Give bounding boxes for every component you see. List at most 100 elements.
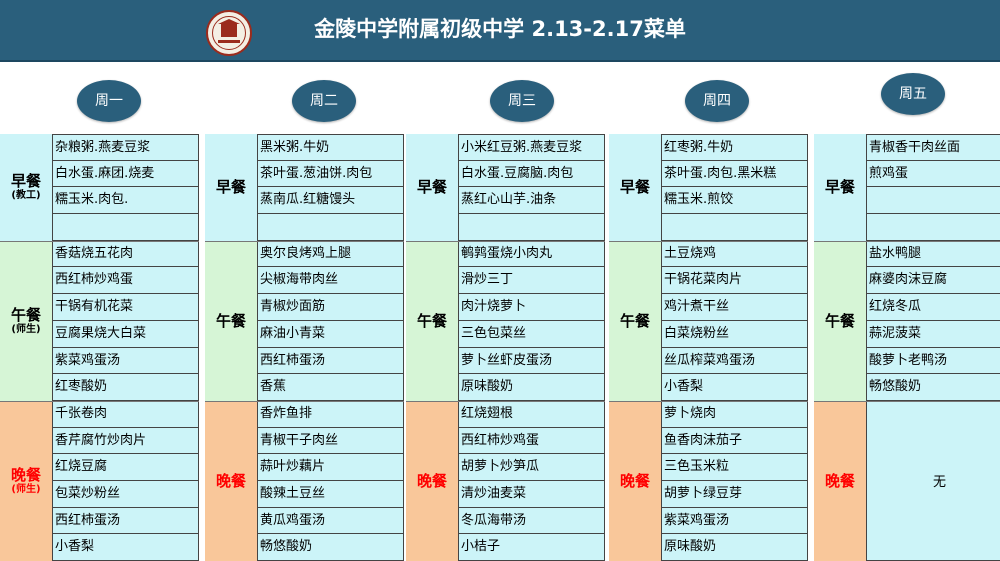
section-divider [0,240,199,242]
dish-cell: 包菜炒粉丝 [52,481,199,508]
dish-cell: 肉汁烧萝卜 [458,294,605,321]
section-divider [205,240,404,242]
dish-cell: 青椒炒面筋 [257,294,404,321]
dish-list: 土豆烧鸡 干锅花菜肉片 鸡汁煮干丝 白菜烧粉丝 丝瓜榨菜鸡蛋汤 小香梨 [661,240,808,401]
dish-cell: 西红柿炒鸡蛋 [52,267,199,295]
dish-cell: 尖椒海带肉丝 [257,267,404,295]
dish-cell: 胡萝卜绿豆芽 [661,481,808,508]
dish-list: 香菇烧五花肉 西红柿炒鸡蛋 干锅有机花菜 豆腐果烧大白菜 紫菜鸡蛋汤 红枣酸奶 [52,240,199,401]
dish-cell: 红烧冬瓜 [866,294,1000,321]
dish-cell: 丝瓜榨菜鸡蛋汤 [661,347,808,375]
dish-list: 无 [866,401,1000,561]
page-title: 金陵中学附属初级中学 2.13-2.17菜单 [314,17,686,41]
meal-note: (师生) [11,484,41,496]
dish-cell: 蒜叶炒藕片 [257,454,404,482]
day-badge: 周四 [685,80,749,122]
dish-list: 香炸鱼排 青椒干子肉丝 蒜叶炒藕片 酸辣土豆丝 黄瓜鸡蛋汤 畅悠酸奶 [257,401,404,561]
meal-label: 午餐 [814,240,866,401]
meal-label: 早餐 [205,134,257,241]
school-logo [206,10,252,56]
dish-list: 鹌鹑蛋烧小肉丸 滑炒三丁 肉汁烧萝卜 三色包菜丝 萝卜丝虾皮蛋汤 原味酸奶 [458,240,605,401]
dish-cell: 蒸南瓜.红糖馒头 [257,187,404,215]
meal-label: 午餐 (师生) [0,240,52,401]
dish-list: 杂粮粥.燕麦豆浆 白水蛋.麻团.烧麦 糯玉米.肉包. [52,134,199,241]
meal-name: 晚餐 [416,472,447,491]
dish-cell: 小桔子 [458,534,605,561]
section-divider [814,401,1000,402]
dish-cell: 千张卷肉 [52,401,199,428]
meal-label: 晚餐 [609,401,661,561]
meal-name: 午餐 [619,311,650,330]
dish-cell: 小米红豆粥.燕麦豆浆 [458,134,605,161]
day-badge: 周一 [77,80,141,122]
meal-label: 晚餐 [814,401,866,561]
dish-cell: 小香梨 [661,374,808,401]
day-badge: 周五 [881,73,945,115]
meal-name: 早餐 [619,178,650,197]
dish-cell: 鹌鹑蛋烧小肉丸 [458,240,605,268]
meal-label: 早餐 [609,134,661,241]
meal-name: 晚餐 [215,472,246,491]
dish-cell [866,187,1000,215]
section-divider [406,401,605,402]
dish-cell: 干锅花菜肉片 [661,267,808,295]
dish-cell: 糯玉米.煎饺 [661,187,808,215]
section-divider [205,401,404,402]
header-bar: 金陵中学附属初级中学 2.13-2.17菜单 [0,0,1000,62]
dish-cell: 胡萝卜炒笋瓜 [458,454,605,482]
dish-cell: 茶叶蛋.葱油饼.肉包 [257,160,404,188]
day-column: 早餐 小米红豆粥.燕麦豆浆 白水蛋.豆腐脑.肉包 蒸红心山芋.油条 午餐 鹌鹑蛋烧小肉丸滑… [406,134,606,561]
meal-name: 晚餐 [10,466,41,485]
dish-cell: 红枣酸奶 [52,374,199,401]
dish-cell: 紫菜鸡蛋汤 [661,507,808,535]
dish-cell: 无 [866,401,1000,561]
meal-name: 早餐 [416,178,447,197]
dish-cell: 盐水鸭腿 [866,240,1000,268]
dish-cell: 原味酸奶 [661,534,808,561]
dish-cell: 滑炒三丁 [458,267,605,295]
dish-cell: 煎鸡蛋 [866,160,1000,188]
dish-cell: 白菜烧粉丝 [661,320,808,348]
meal-name: 早餐 [824,178,855,197]
dish-cell: 小香梨 [52,534,199,561]
dish-cell: 西红柿蛋汤 [52,507,199,535]
meal-name: 晚餐 [619,472,650,491]
dish-cell: 鱼香肉沫茄子 [661,427,808,455]
dish-cell [866,214,1000,241]
meal-name: 午餐 [10,305,41,324]
meal-name: 早餐 [215,178,246,197]
dish-cell: 黑米粥.牛奶 [257,134,404,161]
dish-list: 萝卜烧肉 鱼香肉沫茄子 三色玉米粒 胡萝卜绿豆芽 紫菜鸡蛋汤 原味酸奶 [661,401,808,561]
day-badge: 周三 [490,80,554,122]
dish-cell: 糯玉米.肉包. [52,187,199,215]
dish-list: 红烧翅根 西红柿炒鸡蛋 胡萝卜炒笋瓜 清炒油麦菜 冬瓜海带汤 小桔子 [458,401,605,561]
section-divider [609,240,808,242]
dish-cell: 西红柿炒鸡蛋 [458,427,605,455]
dish-cell: 西红柿蛋汤 [257,347,404,375]
dish-list: 小米红豆粥.燕麦豆浆 白水蛋.豆腐脑.肉包 蒸红心山芋.油条 [458,134,605,241]
dish-cell: 杂粮粥.燕麦豆浆 [52,134,199,161]
dish-cell: 酸萝卜老鸭汤 [866,347,1000,375]
meal-label: 午餐 [609,240,661,401]
meal-name: 早餐 [10,172,41,191]
meal-name: 晚餐 [824,472,855,491]
dish-cell: 酸辣土豆丝 [257,481,404,508]
meal-label: 晚餐 [205,401,257,561]
dish-cell: 畅悠酸奶 [257,534,404,561]
meal-name: 午餐 [416,311,447,330]
meal-name: 午餐 [215,311,246,330]
dish-cell: 青椒干子肉丝 [257,427,404,455]
meal-label: 午餐 [406,240,458,401]
dish-cell [661,214,808,241]
dish-cell: 麻油小青菜 [257,320,404,348]
section-divider [609,401,808,402]
dish-cell [52,214,199,241]
dish-cell: 黄瓜鸡蛋汤 [257,507,404,535]
dish-cell: 冬瓜海带汤 [458,507,605,535]
day-column: 早餐 (教工) 杂粮粥.燕麦豆浆 白水蛋.麻团.烧麦 糯玉米.肉包. 午餐 (师生) 香菇烧五… [0,134,200,561]
day-column: 早餐 黑米粥.牛奶 茶叶蛋.葱油饼.肉包 蒸南瓜.红糖馒头 午餐 奥尔良烤鸡上腿 尖椒海带肉… [205,134,405,561]
dish-cell: 红枣粥.牛奶 [661,134,808,161]
dish-list: 红枣粥.牛奶 茶叶蛋.肉包.黑米糕 糯玉米.煎饺 [661,134,808,241]
dish-list: 盐水鸭腿 麻婆肉沫豆腐 红烧冬瓜 蒜泥菠菜 酸萝卜老鸭汤 畅悠酸奶 [866,240,1000,401]
dish-cell: 茶叶蛋.肉包.黑米糕 [661,160,808,188]
